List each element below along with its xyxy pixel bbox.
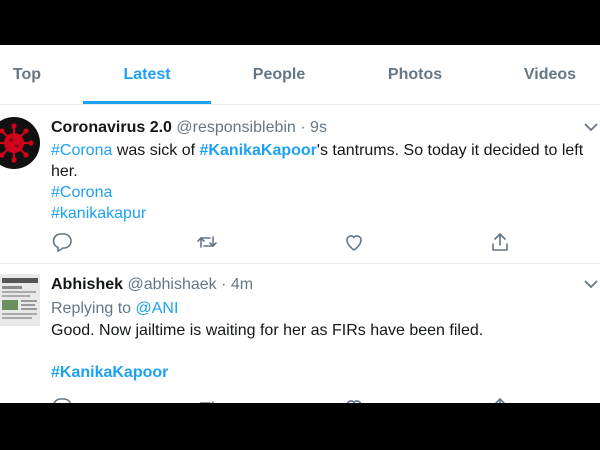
chevron-down-icon[interactable] [584,122,598,132]
tab-photos[interactable]: Photos [365,45,465,104]
tweet-header: Abhishek @abhishaek · 4m [51,276,253,294]
tweet-actions [51,231,571,253]
search-results-screen: Top Latest People Photos Videos Coronavi… [0,45,600,403]
like-icon[interactable] [343,396,365,403]
timestamp[interactable]: 4m [231,276,253,293]
retweet-icon[interactable] [196,396,218,403]
tweet-item[interactable]: Abhishek @abhishaek · 4m Replying to @AN… [0,264,600,403]
mention-link[interactable]: @ANI [136,300,179,317]
share-icon[interactable] [489,396,511,403]
virus-icon [0,117,40,169]
hashtag-link[interactable]: #Corona [51,142,112,159]
separator-dot: · [221,276,227,293]
user-handle[interactable]: @responsiblebin [176,119,295,136]
display-name[interactable]: Coronavirus 2.0 [51,119,172,136]
tweet-text-segment: was sick of [112,142,200,159]
tweet-text-line: her. [51,163,78,180]
reply-icon[interactable] [51,396,73,403]
avatar[interactable] [0,274,40,326]
timestamp[interactable]: 9s [310,119,327,136]
user-handle[interactable]: @abhishaek [127,276,216,293]
active-tab-indicator [83,101,211,104]
tab-people[interactable]: People [230,45,328,104]
reply-icon[interactable] [51,231,73,253]
chevron-down-icon[interactable] [584,279,598,289]
hashtag-link[interactable]: #Corona [51,182,591,203]
tab-latest[interactable]: Latest [83,45,211,104]
tweet-text-line: #Corona was sick of #KanikaKapoor's tant… [51,140,591,161]
reply-context: Replying to @ANI [51,298,591,319]
newspaper-avatar [0,274,40,326]
hashtag-link[interactable]: #KanikaKapoor [200,142,317,159]
replying-to-label: Replying to [51,300,136,317]
tweet-actions [51,396,571,403]
tweet-text-segment: 's tantrums. So today it decided to left [316,142,584,159]
hashtag-link[interactable]: #kanikakapur [51,203,591,224]
separator-dot: · [300,119,306,136]
share-icon[interactable] [489,231,511,253]
avatar[interactable] [0,117,40,169]
display-name[interactable]: Abhishek [51,276,123,293]
like-icon[interactable] [343,231,365,253]
hashtag-link[interactable]: #KanikaKapoor [51,364,168,381]
tweet-text: #Corona was sick of #KanikaKapoor's tant… [51,140,591,224]
tweet-hashtags: #KanikaKapoor [51,362,591,383]
tweet-header: Coronavirus 2.0 @responsiblebin · 9s [51,119,327,137]
tab-top[interactable]: Top [0,45,54,104]
tweet-text: Good. Now jailtime is waiting for her as… [51,322,484,339]
retweet-icon[interactable] [196,231,218,253]
tweet-item[interactable]: Coronavirus 2.0 @responsiblebin · 9s #Co… [0,105,600,264]
search-tabs: Top Latest People Photos Videos [0,45,600,105]
tab-videos[interactable]: Videos [500,45,600,104]
